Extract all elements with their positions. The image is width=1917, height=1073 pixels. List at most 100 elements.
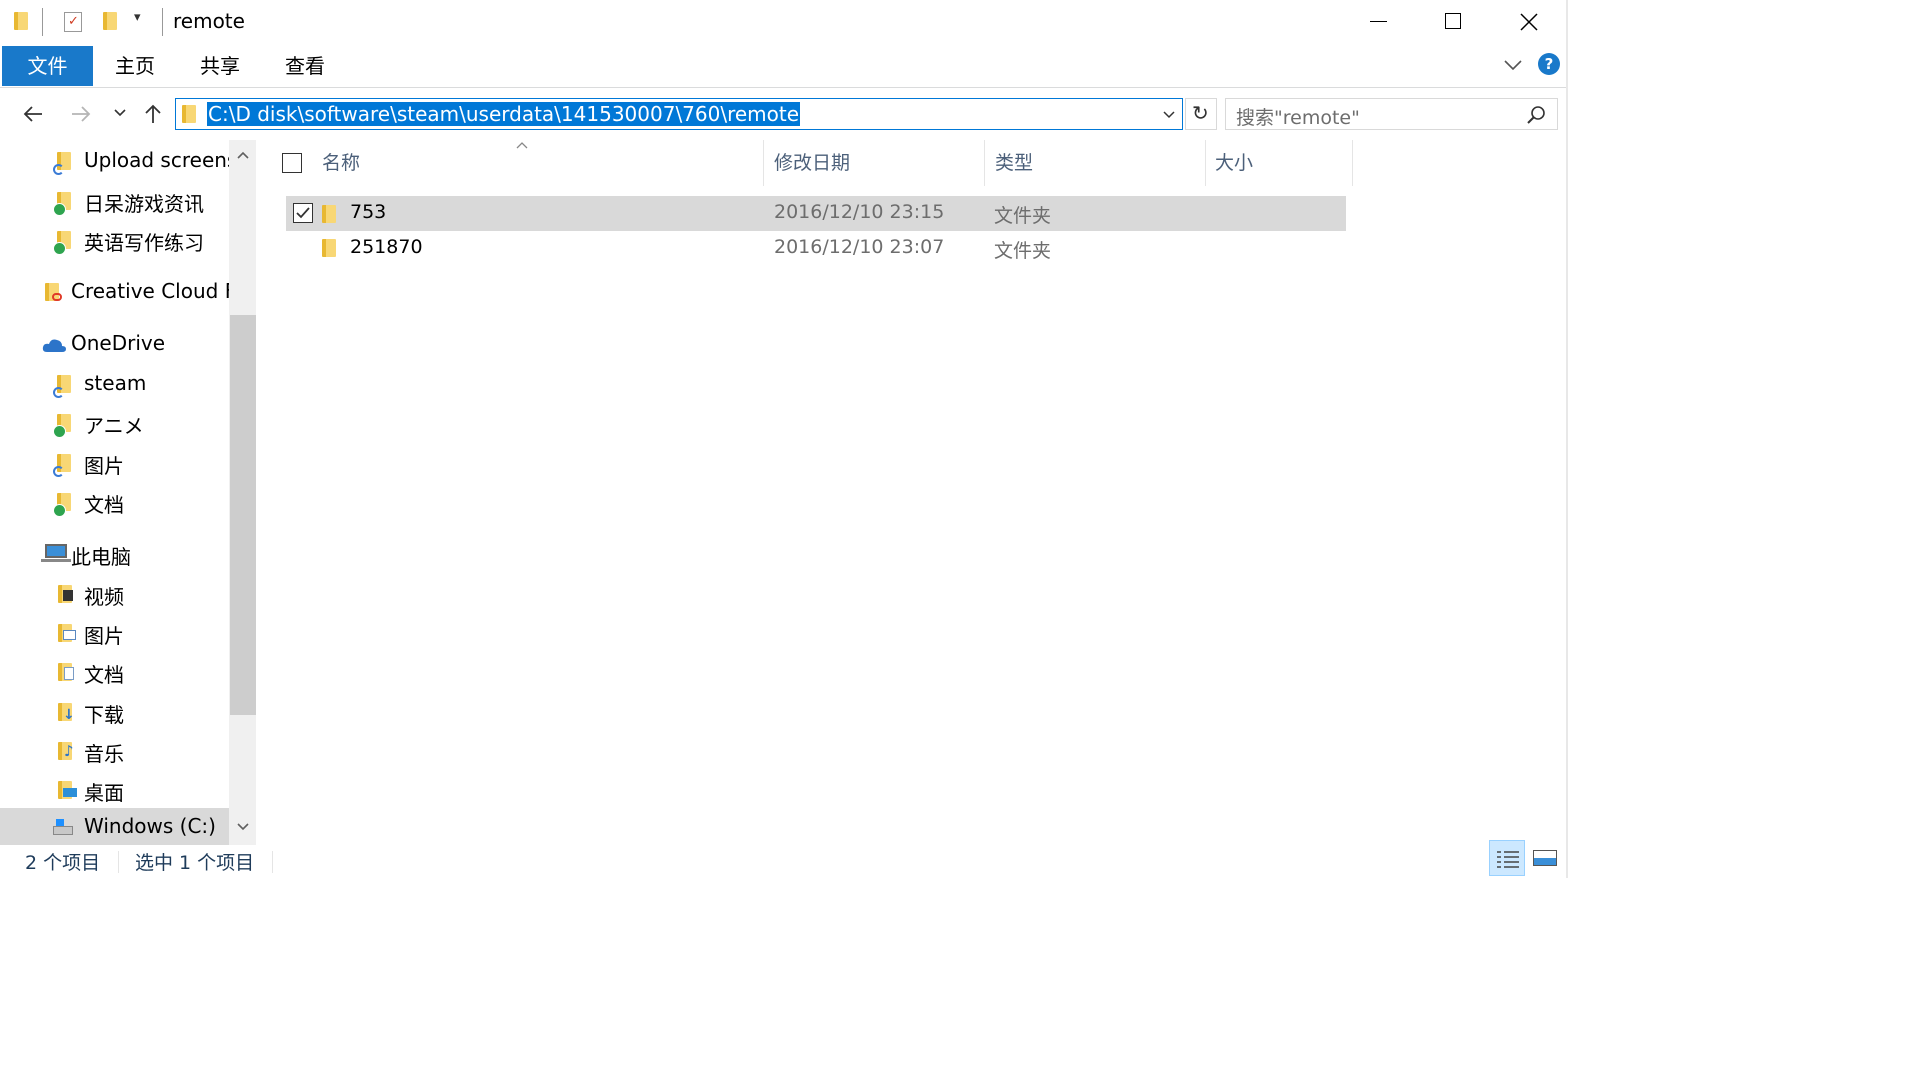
nav-item-label: Windows (C:) xyxy=(84,814,216,838)
tab-view[interactable]: 查看 xyxy=(268,46,342,86)
refresh-button[interactable]: ↻ xyxy=(1185,98,1217,130)
nav-item-label: 此电脑 xyxy=(71,545,131,569)
address-path[interactable]: C:\D disk\software\steam\userdata\141530… xyxy=(207,102,801,126)
file-modified: 2016/12/10 23:07 xyxy=(774,236,945,258)
help-icon: ? xyxy=(1544,55,1554,73)
search-input[interactable]: 搜索"remote" xyxy=(1236,103,1360,130)
nav-item-label: 英语写作练习 xyxy=(84,231,204,255)
window-folder-icon xyxy=(14,12,28,30)
select-all-checkbox[interactable] xyxy=(282,153,302,173)
nav-item-label: 视频 xyxy=(84,585,124,609)
minimize-button[interactable] xyxy=(1341,0,1416,44)
file-row[interactable]: 251870 2016/12/10 23:07 文件夹 xyxy=(286,231,1346,266)
drive-icon xyxy=(53,826,73,835)
status-item-count: 2 个项目 xyxy=(25,852,101,874)
up-arrow-icon[interactable] xyxy=(143,103,163,125)
nav-item-game-news[interactable]: 日呆游戏资讯 xyxy=(0,182,229,220)
column-header-type[interactable]: 类型 xyxy=(995,140,1033,186)
details-view-button[interactable] xyxy=(1489,840,1525,876)
nav-item-label: アニメ xyxy=(84,414,144,438)
file-row[interactable]: 753 2016/12/10 23:15 文件夹 xyxy=(286,196,1346,231)
address-folder-icon xyxy=(182,105,196,123)
nav-item-documents[interactable]: 文档 xyxy=(0,653,229,691)
nav-item-onedrive-pictures[interactable]: 图片 xyxy=(0,444,229,482)
expand-ribbon-chevron-icon[interactable] xyxy=(1503,58,1523,72)
file-type: 文件夹 xyxy=(994,205,1052,227)
status-bar: 2 个项目 选中 1 个项目 xyxy=(0,840,1568,878)
title-separator xyxy=(42,8,43,36)
help-button[interactable]: ? xyxy=(1538,53,1560,75)
nav-item-creative-cloud[interactable]: Creative Cloud Fi xyxy=(0,273,240,311)
nav-item-label: 桌面 xyxy=(84,781,124,805)
close-button[interactable] xyxy=(1491,0,1566,44)
refresh-icon: ↻ xyxy=(1192,101,1209,125)
nav-item-anime[interactable]: アニメ xyxy=(0,404,229,442)
navigation-pane[interactable]: Upload screens 日呆游戏资讯 英语写作练习 Creative Cl… xyxy=(0,140,258,845)
folder-icon xyxy=(322,239,336,257)
nav-item-steam[interactable]: steam xyxy=(0,365,229,403)
nav-item-label: steam xyxy=(84,371,147,395)
properties-quick-access-icon[interactable]: ✓ xyxy=(64,12,82,32)
column-header-size[interactable]: 大小 xyxy=(1215,140,1253,186)
nav-item-downloads[interactable]: ↓ 下载 xyxy=(0,693,229,731)
address-dropdown-chevron-icon[interactable] xyxy=(1162,110,1176,120)
nav-item-english-writing[interactable]: 英语写作练习 xyxy=(0,221,229,259)
nav-item-label: OneDrive xyxy=(71,331,166,355)
nav-item-label: 下载 xyxy=(84,703,124,727)
tab-file[interactable]: 文件 xyxy=(2,46,93,86)
nav-item-label: 文档 xyxy=(84,493,124,517)
nav-item-label: Upload screens xyxy=(84,148,238,172)
nav-item-label: 图片 xyxy=(84,624,124,648)
sort-ascending-icon xyxy=(516,142,528,149)
nav-item-this-pc[interactable]: 此电脑 xyxy=(0,535,229,573)
onedrive-icon xyxy=(42,339,66,352)
window-border xyxy=(1566,0,1568,878)
column-header-modified[interactable]: 修改日期 xyxy=(774,140,850,186)
scroll-thumb[interactable] xyxy=(230,315,256,715)
nav-item-label: 日呆游戏资讯 xyxy=(84,192,204,216)
tab-share[interactable]: 共享 xyxy=(183,46,257,86)
file-type: 文件夹 xyxy=(994,240,1052,262)
nav-item-upload-screens[interactable]: Upload screens xyxy=(0,142,237,180)
search-box[interactable]: 搜索"remote" xyxy=(1225,98,1558,130)
forward-arrow-icon[interactable] xyxy=(70,104,92,124)
file-name: 753 xyxy=(350,201,387,223)
nav-item-label: 文档 xyxy=(84,663,124,687)
nav-item-label: 音乐 xyxy=(84,742,124,766)
row-checkbox[interactable] xyxy=(293,203,313,223)
new-folder-quick-access-icon[interactable] xyxy=(103,12,117,30)
details-view-icon xyxy=(1497,851,1519,868)
title-bar: ✓ ▾ remote xyxy=(0,0,1568,44)
nav-item-pictures[interactable]: 图片 xyxy=(0,614,229,652)
search-icon xyxy=(1527,106,1545,124)
back-arrow-icon[interactable] xyxy=(22,104,44,124)
folder-icon xyxy=(322,205,336,223)
computer-icon xyxy=(45,544,67,558)
recent-locations-chevron-icon[interactable] xyxy=(113,108,127,118)
nav-item-onedrive[interactable]: OneDrive xyxy=(0,325,229,363)
tab-home[interactable]: 主页 xyxy=(98,46,172,86)
column-header-name[interactable]: 名称 xyxy=(322,140,360,186)
file-name: 251870 xyxy=(350,236,423,258)
nav-item-label: 图片 xyxy=(84,454,124,478)
nav-item-onedrive-documents[interactable]: 文档 xyxy=(0,483,229,521)
customize-quick-access-dropdown-icon[interactable]: ▾ xyxy=(134,10,141,25)
nav-item-music[interactable]: ♪ 音乐 xyxy=(0,732,229,770)
nav-item-label: Creative Cloud Fi xyxy=(71,279,241,303)
nav-scrollbar[interactable] xyxy=(229,140,256,845)
maximize-button[interactable] xyxy=(1416,0,1491,44)
close-icon xyxy=(1520,13,1538,31)
status-selection: 选中 1 个项目 xyxy=(135,852,255,874)
large-icons-view-button[interactable] xyxy=(1528,840,1564,876)
nav-item-desktop[interactable]: 桌面 xyxy=(0,771,229,809)
minimize-icon xyxy=(1370,21,1387,22)
nav-item-windows-c[interactable]: Windows (C:) xyxy=(0,808,229,845)
address-bar[interactable]: C:\D disk\software\steam\userdata\141530… xyxy=(175,98,1183,130)
scroll-down-arrow-icon[interactable] xyxy=(237,822,249,832)
large-icons-view-icon xyxy=(1533,850,1557,866)
maximize-icon xyxy=(1445,13,1461,29)
nav-item-videos[interactable]: 视频 xyxy=(0,575,229,613)
title-separator-2 xyxy=(162,8,163,36)
scroll-up-arrow-icon[interactable] xyxy=(237,150,249,160)
file-modified: 2016/12/10 23:15 xyxy=(774,201,945,223)
